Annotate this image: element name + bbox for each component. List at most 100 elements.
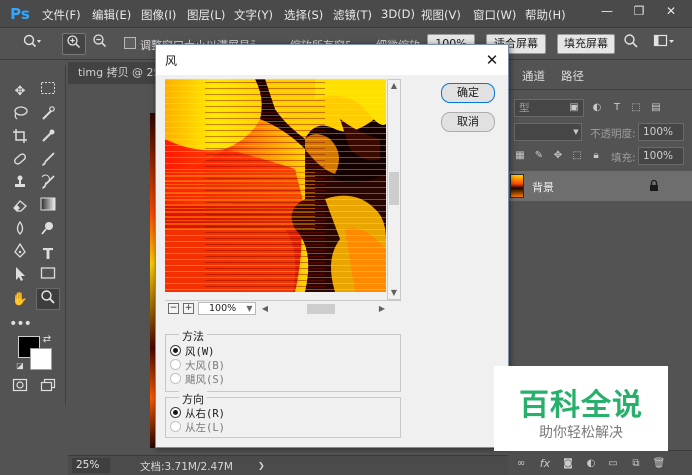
layer-style-icon[interactable]: fx <box>538 457 552 471</box>
scroll-right-arrow-icon[interactable]: ▶ <box>376 303 388 315</box>
lock-artboard-icon[interactable]: ⬚ <box>570 149 584 163</box>
scrollbar-thumb[interactable] <box>307 304 335 314</box>
crop-tool-icon[interactable] <box>8 128 32 150</box>
menu-type[interactable]: 文字(Y) <box>234 7 273 23</box>
dialog-close-button[interactable]: ✕ <box>480 48 504 72</box>
swap-colors-icon[interactable]: ⇄ <box>40 333 54 347</box>
zoom-in-button[interactable]: + <box>183 303 194 314</box>
scroll-up-arrow-icon[interactable]: ▲ <box>389 81 399 91</box>
healing-brush-tool-icon[interactable] <box>8 151 32 173</box>
more-tools-icon[interactable]: ••• <box>8 313 32 335</box>
toolbox: ✥ T ✋ ••• ⇄ ◪ <box>4 65 66 405</box>
clone-stamp-tool-icon[interactable] <box>8 174 32 196</box>
dodge-tool-icon[interactable] <box>36 220 60 242</box>
filter-adjustment-icon[interactable]: ◐ <box>590 101 604 115</box>
new-group-icon[interactable]: ▭ <box>606 457 620 471</box>
layer-row-background[interactable]: 背景 <box>508 171 692 201</box>
status-zoom-field[interactable]: 25% <box>72 458 110 473</box>
radio-button[interactable] <box>170 345 181 356</box>
menu-layer[interactable]: 图层(L) <box>187 7 225 23</box>
lock-transparent-icon[interactable]: ▦ <box>513 149 527 163</box>
direction-group: 方向 从右(R) 从左(L) <box>165 391 401 438</box>
add-mask-icon[interactable]: ◙ <box>561 457 575 471</box>
eyedropper-tool-icon[interactable] <box>36 128 60 150</box>
resize-windows-checkbox[interactable] <box>124 37 136 49</box>
lock-all-icon[interactable]: 🔒︎ <box>589 149 603 163</box>
radio-button[interactable] <box>170 359 181 370</box>
tab-channels[interactable]: 通道 <box>522 68 545 84</box>
history-brush-tool-icon[interactable] <box>36 174 60 196</box>
opacity-field[interactable]: 100% <box>638 123 684 141</box>
delete-layer-icon[interactable]: 🗑︎ <box>652 457 666 471</box>
filter-type-icon[interactable]: T <box>610 101 624 115</box>
watermark-subtitle: 助你轻松解决 <box>539 425 623 441</box>
fill-field[interactable]: 100% <box>638 147 684 165</box>
restore-button[interactable]: ❐ <box>626 0 652 22</box>
blur-tool-icon[interactable] <box>8 220 32 242</box>
zoom-in-icon[interactable] <box>62 33 86 55</box>
lock-position-icon[interactable]: ✥ <box>551 149 565 163</box>
menu-filter[interactable]: 滤镜(T) <box>333 7 372 23</box>
scroll-left-arrow-icon[interactable]: ◀ <box>259 303 271 315</box>
preview-horizontal-scrollbar[interactable]: ◀ ▶ <box>259 303 388 315</box>
move-tool-icon[interactable]: ✥ <box>8 81 32 103</box>
quick-selection-tool-icon[interactable] <box>36 105 60 127</box>
lasso-tool-icon[interactable] <box>8 105 32 127</box>
gradient-tool-icon[interactable] <box>36 197 60 219</box>
menu-select[interactable]: 选择(S) <box>284 7 323 23</box>
eraser-tool-icon[interactable] <box>8 197 32 219</box>
brush-tool-icon[interactable] <box>36 151 60 173</box>
scroll-down-arrow-icon[interactable]: ▼ <box>389 288 399 298</box>
filter-smart-object-icon[interactable]: ▤ <box>649 101 663 115</box>
type-tool-icon[interactable]: T <box>36 243 60 265</box>
filter-preview-image[interactable] <box>165 79 386 292</box>
adjustment-layer-icon[interactable]: ◐ <box>584 457 598 471</box>
tab-paths[interactable]: 路径 <box>561 68 584 84</box>
default-colors-icon[interactable]: ◪ <box>14 360 26 372</box>
link-layers-icon[interactable]: ∞ <box>514 457 528 471</box>
quick-mask-icon[interactable] <box>8 378 32 400</box>
fill-screen-button[interactable]: 填充屏幕 <box>557 34 615 54</box>
zoom-tool-preset-icon[interactable] <box>18 33 46 55</box>
dialog-titlebar[interactable]: 风 ✕ <box>156 45 508 75</box>
background-color-swatch[interactable] <box>30 348 52 370</box>
screen-mode-icon[interactable] <box>36 378 60 400</box>
radio-label: 从左(L) <box>185 422 225 434</box>
marquee-tool-icon[interactable] <box>36 81 60 103</box>
menu-window[interactable]: 窗口(W) <box>473 7 516 23</box>
ok-button[interactable]: 确定 <box>441 83 495 103</box>
hand-tool-icon[interactable]: ✋ <box>8 289 32 311</box>
layer-thumbnail <box>510 174 524 198</box>
menu-view[interactable]: 视图(V) <box>421 7 461 23</box>
close-window-button[interactable]: ✕ <box>658 0 684 22</box>
cancel-button[interactable]: 取消 <box>441 112 495 132</box>
rectangle-tool-icon[interactable] <box>36 266 60 288</box>
search-icon[interactable] <box>620 33 642 55</box>
menu-file[interactable]: 文件(F) <box>42 7 81 23</box>
menu-help[interactable]: 帮助(H) <box>525 7 566 23</box>
wind-filter-dialog: 风 ✕ ▲ ▼ − + 100% ▼ ◀ ▶ 确定 取消 方法 风(W) 大风(… <box>155 44 509 448</box>
menu-edit[interactable]: 编辑(E) <box>92 7 131 23</box>
filter-pixel-icon[interactable]: ▣ <box>567 101 581 115</box>
workspace-switcher-icon[interactable] <box>650 33 678 55</box>
lock-pixels-icon[interactable]: ✎ <box>532 149 546 163</box>
menu-image[interactable]: 图像(I) <box>141 7 176 23</box>
pen-tool-icon[interactable] <box>8 242 32 265</box>
path-selection-tool-icon[interactable] <box>8 266 32 288</box>
filter-shape-icon[interactable]: ⬚ <box>629 101 643 115</box>
document-tab[interactable]: timg 拷贝 @ 25% <box>68 62 168 84</box>
minimize-button[interactable]: — <box>594 0 620 22</box>
method-group-label: 方法 <box>179 328 207 344</box>
radio-button[interactable] <box>170 407 181 418</box>
radio-button[interactable] <box>170 373 181 384</box>
zoom-out-button[interactable]: − <box>168 303 179 314</box>
preview-vertical-scrollbar[interactable]: ▲ ▼ <box>387 79 401 300</box>
radio-button[interactable] <box>170 421 181 432</box>
menu-3d[interactable]: 3D(D) <box>381 7 415 21</box>
status-menu-arrow-icon[interactable]: ❯ <box>258 461 265 470</box>
chevron-down-icon[interactable]: ▼ <box>244 303 255 314</box>
zoom-out-icon[interactable] <box>88 33 112 55</box>
new-layer-icon[interactable]: ⧉ <box>629 457 643 471</box>
zoom-tool-icon[interactable] <box>36 288 60 310</box>
scrollbar-thumb[interactable] <box>389 172 399 205</box>
